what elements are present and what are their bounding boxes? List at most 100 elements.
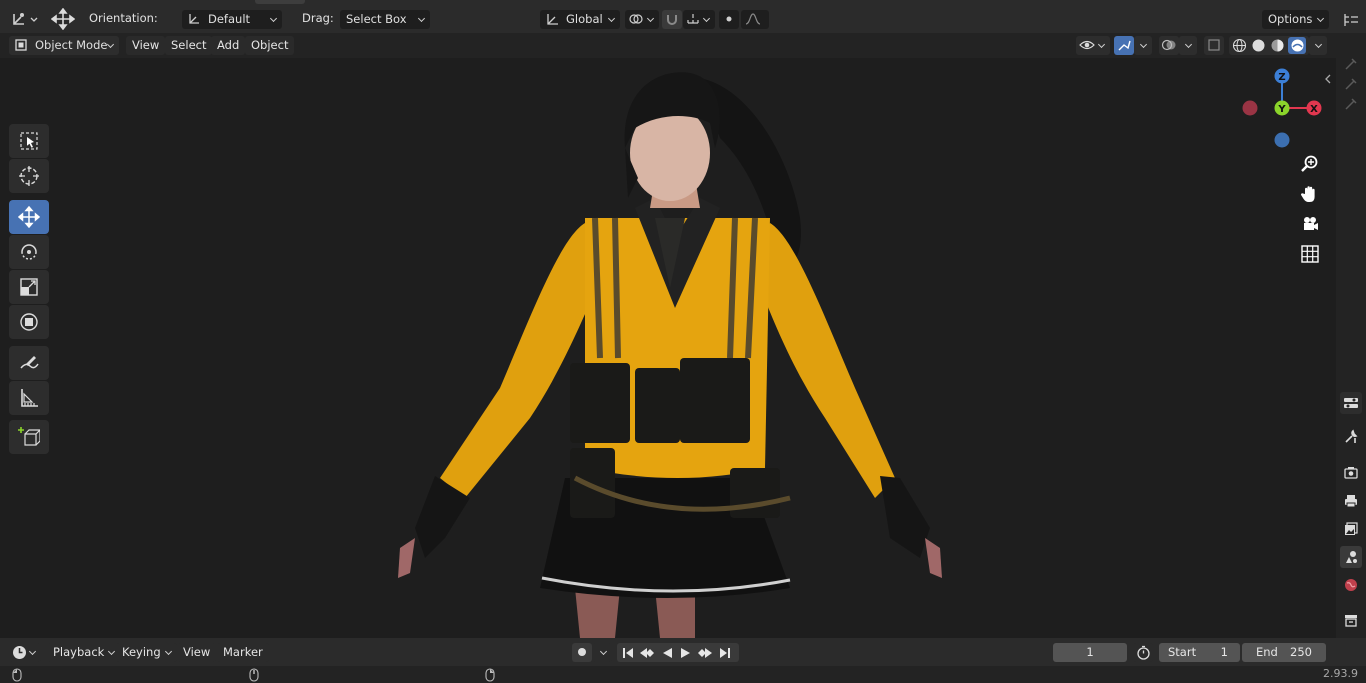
properties-editor-toggle[interactable] [1340, 392, 1362, 414]
start-label: Start [1168, 645, 1197, 659]
tool-icon[interactable] [1340, 426, 1362, 448]
snap-target-dropdown[interactable] [683, 10, 715, 29]
keying-options-dropdown[interactable] [592, 643, 612, 662]
world-icon[interactable] [1340, 574, 1362, 596]
annotate-icon [20, 356, 39, 369]
overlay-icon [1161, 38, 1177, 52]
timeline-editor-type[interactable] [9, 643, 41, 662]
play-icon[interactable] [678, 645, 694, 660]
drag-label: Drag: [302, 11, 334, 25]
mode-dropdown[interactable]: Object Mode [9, 36, 119, 55]
snap-toggle[interactable] [662, 10, 682, 29]
jump-to-keyframe-back-icon[interactable] [639, 645, 655, 660]
auto-keying-toggle[interactable] [572, 643, 592, 662]
magnet-icon [665, 12, 679, 26]
shading-dropdown[interactable] [1309, 36, 1327, 55]
menu-timeline-view[interactable]: View [177, 643, 217, 662]
proportional-editing-icon [722, 12, 736, 26]
global-orientation-icon [545, 12, 559, 26]
render-icon[interactable] [1340, 462, 1362, 484]
menu-object[interactable]: Object [245, 36, 295, 55]
3d-viewport[interactable]: Z X Y [0, 58, 1336, 638]
pivot-icon [628, 12, 644, 26]
gizmo-toggle[interactable] [1114, 36, 1134, 55]
measure-icon [21, 389, 38, 407]
current-frame-value: 1 [1086, 645, 1094, 659]
orientation-dropdown[interactable]: Default [182, 10, 282, 29]
rendered-shading-icon[interactable] [1288, 37, 1306, 54]
jump-to-start-icon[interactable] [620, 645, 636, 660]
playback-controls [617, 643, 739, 662]
jump-to-end-icon[interactable] [717, 645, 733, 660]
collection-icon[interactable] [1340, 609, 1362, 631]
clock-icon [12, 645, 27, 660]
snap-increment-icon [686, 12, 700, 26]
status-bar: 2.93.9 [0, 666, 1366, 683]
record-icon [575, 645, 589, 659]
character-model[interactable] [370, 58, 970, 638]
annotate-tool[interactable] [9, 346, 49, 380]
sidebar-collapse-icon[interactable] [1322, 72, 1334, 86]
preview-range-toggle[interactable] [1133, 643, 1153, 662]
output-icon[interactable] [1340, 490, 1362, 512]
menu-marker[interactable]: Marker [217, 643, 269, 662]
tool-settings-faded-3-icon [1340, 93, 1362, 115]
visibility-dropdown[interactable] [1076, 36, 1110, 55]
overlay-dropdown[interactable] [1179, 36, 1197, 55]
gizmo-dropdown[interactable] [1134, 36, 1152, 55]
rotate-tool[interactable] [9, 235, 49, 269]
drag-dropdown[interactable]: Select Box [340, 10, 430, 29]
falloff-dropdown[interactable] [741, 10, 769, 29]
scale-tool[interactable] [9, 270, 49, 304]
viewport-editor-icon [13, 13, 38, 25]
tool-settings-faded-2-icon [1340, 73, 1362, 95]
editor-type-button[interactable] [8, 9, 40, 29]
mode-value: Object Mode [35, 38, 108, 52]
gizmo-neg-z[interactable] [1274, 132, 1290, 148]
menu-playback[interactable]: Playback [47, 643, 121, 662]
options-label: Options [1268, 12, 1313, 26]
falloff-curve-icon [745, 12, 761, 26]
zoom-icon[interactable] [1298, 152, 1322, 176]
wireframe-shading-icon[interactable] [1231, 38, 1247, 53]
scene-icon[interactable] [1340, 546, 1362, 568]
pan-hand-icon[interactable] [1298, 182, 1322, 206]
jump-to-keyframe-forward-icon[interactable] [697, 645, 713, 660]
end-frame-field[interactable]: End 250 [1242, 643, 1326, 662]
move-tool[interactable] [9, 200, 49, 234]
active-workspace-tab[interactable] [255, 0, 305, 4]
menu-select[interactable]: Select [165, 36, 213, 55]
outliner-toggle-icon[interactable] [1340, 10, 1362, 30]
view-layer-icon[interactable] [1340, 518, 1362, 540]
version-label: 2.93.9 [1323, 667, 1358, 680]
material-shading-icon[interactable] [1269, 38, 1285, 53]
solid-shading-icon[interactable] [1250, 38, 1266, 53]
gizmo-neg-x[interactable] [1242, 100, 1258, 116]
transform-orientation-dropdown[interactable]: Global [540, 10, 620, 29]
menu-add[interactable]: Add [211, 36, 246, 55]
transform-tool[interactable] [9, 305, 49, 339]
pivot-point-dropdown[interactable] [625, 10, 659, 29]
navigation-gizmo[interactable]: Z X Y [1240, 66, 1324, 150]
mouse-left-icon [10, 667, 24, 682]
menu-keying[interactable]: Keying [116, 643, 177, 662]
timeline-header: Playback Keying View Marker 1 Start 1 En… [0, 638, 1366, 666]
measure-tool[interactable] [9, 381, 49, 415]
xray-toggle[interactable] [1204, 36, 1224, 55]
menu-view[interactable]: View [126, 36, 166, 55]
gizmo-z-label: Z [1278, 72, 1285, 83]
overlay-toggle[interactable] [1159, 36, 1179, 55]
current-frame-field[interactable]: 1 [1053, 643, 1127, 662]
add-cube-tool[interactable] [9, 420, 49, 454]
perspective-grid-icon[interactable] [1298, 242, 1322, 266]
end-label: End [1256, 645, 1278, 659]
gizmo-icon [1116, 38, 1132, 52]
start-frame-field[interactable]: Start 1 [1159, 643, 1240, 662]
options-dropdown[interactable]: Options [1262, 10, 1329, 29]
proportional-edit-toggle[interactable] [719, 10, 739, 29]
select-box-tool[interactable] [9, 124, 49, 158]
cursor-tool[interactable] [9, 159, 49, 193]
camera-view-icon[interactable] [1298, 212, 1322, 236]
play-reverse-icon[interactable] [659, 645, 675, 660]
orientation-label: Orientation: [89, 11, 158, 25]
